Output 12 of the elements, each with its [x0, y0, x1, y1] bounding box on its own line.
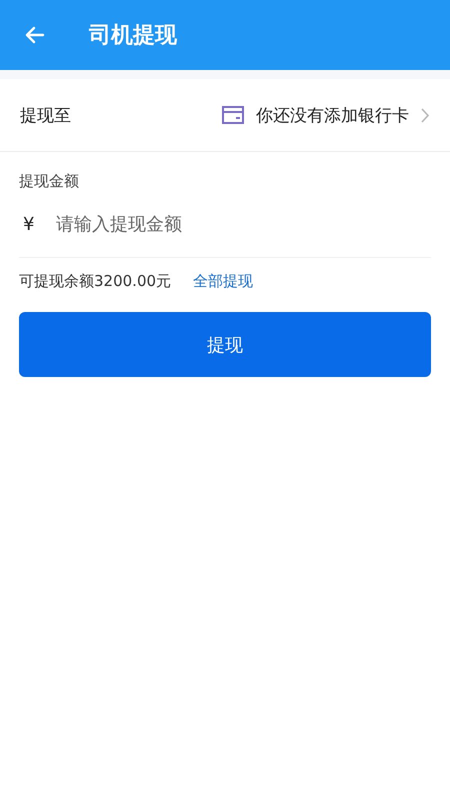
- bank-card-row[interactable]: 提现至 你还没有添加银行卡: [0, 79, 450, 152]
- withdraw-all-link[interactable]: 全部提现: [193, 272, 254, 290]
- available-balance: 可提现余额3200.00元: [19, 272, 172, 290]
- chevron-right-icon: [421, 108, 430, 122]
- card-icon: [222, 106, 244, 124]
- withdraw-to-label: 提现至: [20, 104, 71, 126]
- amount-label: 提现金额: [19, 172, 80, 191]
- bank-card-value: 你还没有添加银行卡: [256, 104, 409, 126]
- currency-symbol: ¥: [22, 214, 36, 234]
- withdraw-button[interactable]: 提现: [19, 312, 431, 377]
- amount-input[interactable]: 请输入提现金额: [56, 214, 431, 234]
- page-title: 司机提现: [89, 22, 177, 50]
